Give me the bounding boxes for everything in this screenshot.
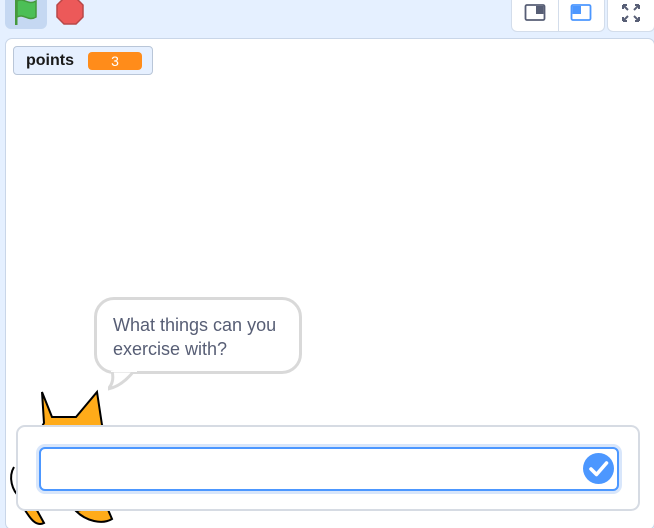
variable-monitor[interactable]: points 3 — [13, 46, 153, 75]
answer-input[interactable] — [39, 447, 619, 491]
submit-answer-button[interactable] — [582, 452, 615, 485]
stage-layout-toggle — [511, 0, 605, 32]
fullscreen-button[interactable] — [607, 0, 654, 32]
green-flag-icon — [15, 0, 37, 25]
normal-stage-layout-icon — [570, 4, 592, 21]
speech-bubble: What things can you exercise with? — [94, 297, 302, 374]
small-stage-layout-icon — [524, 4, 546, 21]
stage-area: points 3 What things can you exercise wi… — [0, 0, 654, 528]
speech-bubble-text: What things can you exercise with? — [113, 315, 277, 359]
monitor-value: 3 — [88, 51, 142, 70]
green-flag-button[interactable] — [5, 0, 47, 29]
check-icon — [583, 453, 614, 484]
fullscreen-icon — [622, 4, 640, 22]
stage-canvas[interactable]: points 3 What things can you exercise wi… — [5, 38, 654, 528]
normal-stage-button[interactable] — [557, 0, 605, 31]
monitor-label: points — [26, 51, 74, 69]
small-stage-button[interactable] — [512, 0, 558, 31]
stop-sign-icon — [56, 0, 84, 25]
ask-prompt — [16, 425, 640, 511]
stop-button[interactable] — [53, 0, 87, 28]
